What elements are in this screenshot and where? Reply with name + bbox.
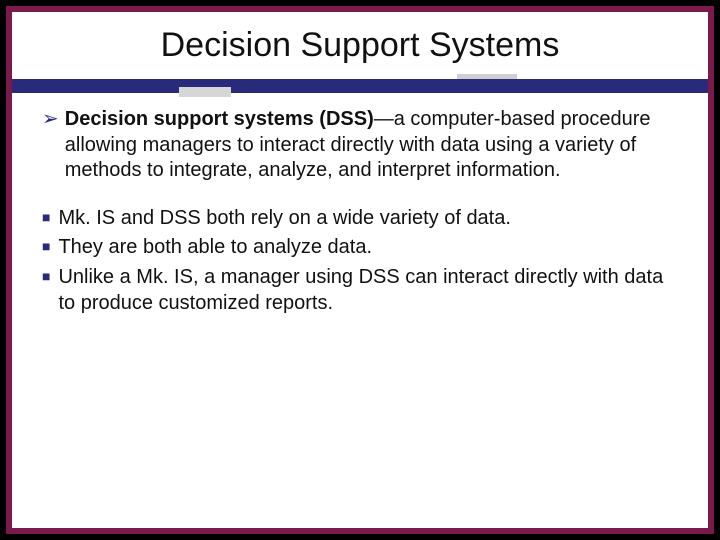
bullet-level2: ■ Mk. IS and DSS both rely on a wide var… [42, 206, 678, 232]
square-bullet-icon: ■ [42, 206, 50, 232]
decorative-bar-navy [12, 79, 708, 93]
decorative-bar-gray-bottom [179, 87, 231, 97]
bullet-level2-text: They are both able to analyze data. [58, 235, 678, 261]
content-area: ➢ Decision support systems (DSS)—a compu… [12, 95, 708, 320]
slide-title: Decision Support Systems [12, 26, 708, 65]
square-bullet-icon: ■ [42, 235, 50, 261]
outer-frame: Decision Support Systems ➢ Decision supp… [0, 0, 720, 540]
bullet-level1-text: Decision support systems (DSS)—a compute… [65, 107, 678, 184]
bullet-level1: ➢ Decision support systems (DSS)—a compu… [42, 107, 678, 184]
bullet-level2: ■ They are both able to analyze data. [42, 235, 678, 261]
title-area: Decision Support Systems [12, 12, 708, 73]
title-underline [12, 73, 708, 95]
slide: Decision Support Systems ➢ Decision supp… [12, 12, 708, 528]
bullet-level2: ■ Unlike a Mk. IS, a manager using DSS c… [42, 265, 678, 316]
maroon-frame: Decision Support Systems ➢ Decision supp… [6, 6, 714, 534]
square-bullet-icon: ■ [42, 265, 50, 316]
triangle-bullet-icon: ➢ [42, 107, 59, 184]
bullet-level2-text: Unlike a Mk. IS, a manager using DSS can… [58, 265, 678, 316]
bullet-level2-text: Mk. IS and DSS both rely on a wide varie… [58, 206, 678, 232]
bullet-level1-bold: Decision support systems (DSS) [65, 108, 374, 130]
